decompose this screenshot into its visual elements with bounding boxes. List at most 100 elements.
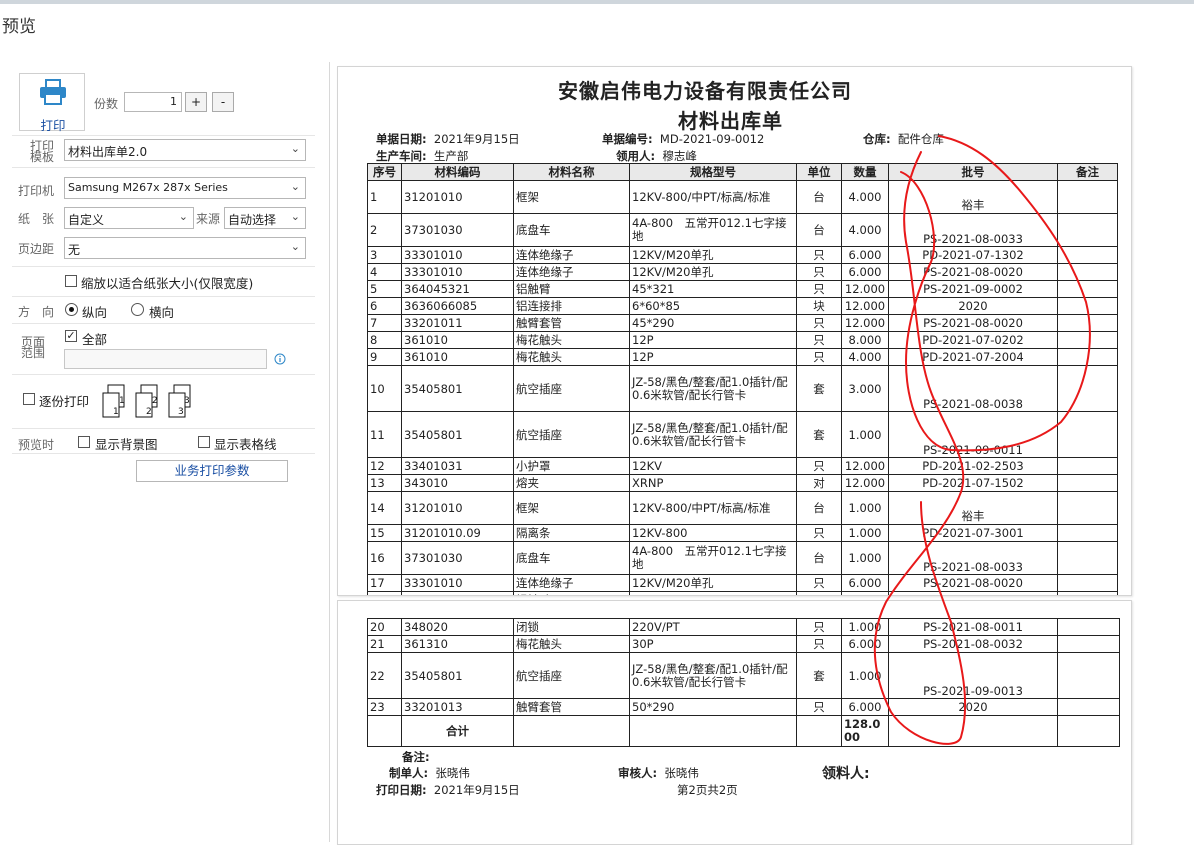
cell-spec: 12KV-800/中PT/标高/标准 xyxy=(629,491,797,525)
cell-code: 37301030 xyxy=(401,213,514,247)
table-row: 9 361010 梅花触头 12P 只 4.000 PD-2021-07-2004 xyxy=(367,348,1118,366)
table-row: 23 33201013 触臂套管 50*290 只 6.000 2020 xyxy=(367,698,1120,716)
cell-remark xyxy=(1057,348,1118,366)
total-value: 128.000 xyxy=(841,715,889,747)
table-row: 12 33401031 小护罩 12KV 只 12.000 PD-2021-02-2503 xyxy=(367,457,1118,475)
margin-value: 无 xyxy=(68,243,81,257)
print-button[interactable]: 打印 xyxy=(19,73,85,133)
column-header: 材料编码 xyxy=(401,163,514,181)
show-bg-checkbox[interactable] xyxy=(78,436,90,448)
cell-seq: 11 xyxy=(367,411,402,458)
source-select[interactable]: 自动选择 ⌄ xyxy=(224,207,306,229)
paper-select[interactable]: 自定义 ⌄ xyxy=(64,207,194,229)
info-icon[interactable] xyxy=(274,353,286,365)
cell-remark xyxy=(1057,698,1120,716)
cell-unit: 只 xyxy=(796,591,842,595)
table-row: 5 364045321 铝触臂 45*321 只 12.000 PS-2021-09-000… xyxy=(367,280,1118,298)
divider xyxy=(12,266,315,267)
cell-remark xyxy=(1057,280,1118,298)
cell-unit: 只 xyxy=(796,574,842,592)
cell-unit: 套 xyxy=(796,652,842,699)
svg-text:2: 2 xyxy=(152,396,158,406)
preview-page-1: 安徽启伟电力设备有限责任公司 材料出库单 单据日期: 2021年9月15日 单据… xyxy=(337,66,1132,596)
remark: 备注: xyxy=(402,750,430,764)
cell-qty: 1.000 xyxy=(841,618,889,636)
divider xyxy=(12,374,315,375)
table-row: 6 3636066085 铝连接排 6*60*85 块 12.000 2020 xyxy=(367,297,1118,315)
cell-spec: 45*290 xyxy=(629,314,797,332)
divider xyxy=(12,453,315,454)
cell-lot: PD-2021-01-8001 xyxy=(888,591,1058,595)
cell-remark xyxy=(1057,457,1118,475)
cell-lot: PS-2021-08-0038 xyxy=(888,365,1058,412)
cell-spec: 4A-800 五常开012.1七字接地 xyxy=(629,541,797,575)
cell-remark xyxy=(1057,541,1118,575)
landscape-radio[interactable] xyxy=(131,303,144,316)
divider xyxy=(12,135,315,136)
column-header: 备注 xyxy=(1057,163,1118,181)
copies-plus-button[interactable]: + xyxy=(185,92,207,112)
template-select[interactable]: 材料出库单2.0 ⌄ xyxy=(64,139,306,161)
copies-minus-button[interactable]: - xyxy=(212,92,234,112)
copies-input[interactable]: 1 xyxy=(124,92,182,112)
print-preview-area[interactable]: 安徽启伟电力设备有限责任公司 材料出库单 单据日期: 2021年9月15日 单据… xyxy=(331,62,1194,845)
cell-name: 隔离条 xyxy=(513,524,630,542)
total-row: 合计 128.000 xyxy=(367,715,1120,747)
cell-unit: 只 xyxy=(796,524,842,542)
portrait-radio[interactable] xyxy=(65,303,78,316)
cell-name: 触臂套管 xyxy=(513,314,630,332)
page-info: 第2页共2页 xyxy=(677,783,738,797)
show-grid-label: 显示表格线 xyxy=(214,437,277,452)
document-title: 材料出库单 xyxy=(678,109,783,133)
margin-label: 页边距 xyxy=(18,242,55,256)
cell-name: 航空插座 xyxy=(513,652,630,699)
cell-unit: 块 xyxy=(796,297,842,315)
show-grid-checkbox[interactable] xyxy=(198,436,210,448)
cell-remark xyxy=(1057,635,1120,653)
cell-lot: PS-2021-08-0033 xyxy=(888,541,1058,575)
cell-unit: 只 xyxy=(796,314,842,332)
cell-qty: 12.000 xyxy=(841,314,889,332)
cell-qty: 12.000 xyxy=(841,280,889,298)
cell-lot: PS-2021-08-0033 xyxy=(888,213,1058,247)
cell-name: 连体绝缘子 xyxy=(513,246,630,264)
cell-remark xyxy=(1057,491,1118,525)
margin-select[interactable]: 无 ⌄ xyxy=(64,237,306,259)
cell-name: 铝触臂 xyxy=(513,280,630,298)
cell-code: 31201010.09 xyxy=(401,524,514,542)
cell-seq: 13 xyxy=(367,474,402,492)
collate-checkbox[interactable] xyxy=(23,393,35,405)
chevron-down-icon: ⌄ xyxy=(290,210,300,223)
cell-remark xyxy=(1057,474,1118,492)
cell-remark xyxy=(1057,331,1118,349)
cell-name: 熔夹 xyxy=(513,474,630,492)
cell-name: 框架 xyxy=(513,180,630,214)
cell-qty: 12.000 xyxy=(841,457,889,475)
cell-qty: 6.000 xyxy=(841,574,889,592)
cell-spec: 45*321 xyxy=(629,280,797,298)
biz-print-params-button[interactable]: 业务打印参数 xyxy=(136,460,288,482)
table-row: 4 33301010 连体绝缘子 12KV/M20单孔只 6.000 PS-2021-08… xyxy=(367,263,1118,281)
cell-remark xyxy=(1057,263,1118,281)
cell-seq: 10 xyxy=(367,365,402,412)
svg-text:3: 3 xyxy=(178,407,184,417)
cell-code: 33301010 xyxy=(401,574,514,592)
cell-lot: PS-2021-08-0020 xyxy=(888,263,1058,281)
page-range-input[interactable] xyxy=(64,349,267,369)
fit-width-checkbox[interactable] xyxy=(65,275,77,287)
printer-select[interactable]: Samsung M267x 287x Series ⌄ xyxy=(64,177,306,199)
copies-label: 份数 xyxy=(94,97,119,111)
table-row: 14 31201010 框架 12KV-800/中PT/标高/标准台 1.000 裕丰 xyxy=(367,491,1118,525)
cell-name: 梅花触头 xyxy=(513,331,630,349)
cell-lot: 2020 xyxy=(888,698,1058,716)
show-bg-label: 显示背景图 xyxy=(95,437,158,452)
divider xyxy=(12,428,315,429)
cell-unit: 只 xyxy=(796,348,842,366)
cell-seq: 16 xyxy=(367,541,402,575)
cell-lot: PS-2021-08-0020 xyxy=(888,574,1058,592)
cell-name: 连体绝缘子 xyxy=(513,574,630,592)
cell-seq: 7 xyxy=(367,314,402,332)
cell-code: 33301010 xyxy=(401,246,514,264)
cell-unit: 只 xyxy=(796,246,842,264)
all-pages-checkbox[interactable]: ✓ xyxy=(65,330,77,342)
